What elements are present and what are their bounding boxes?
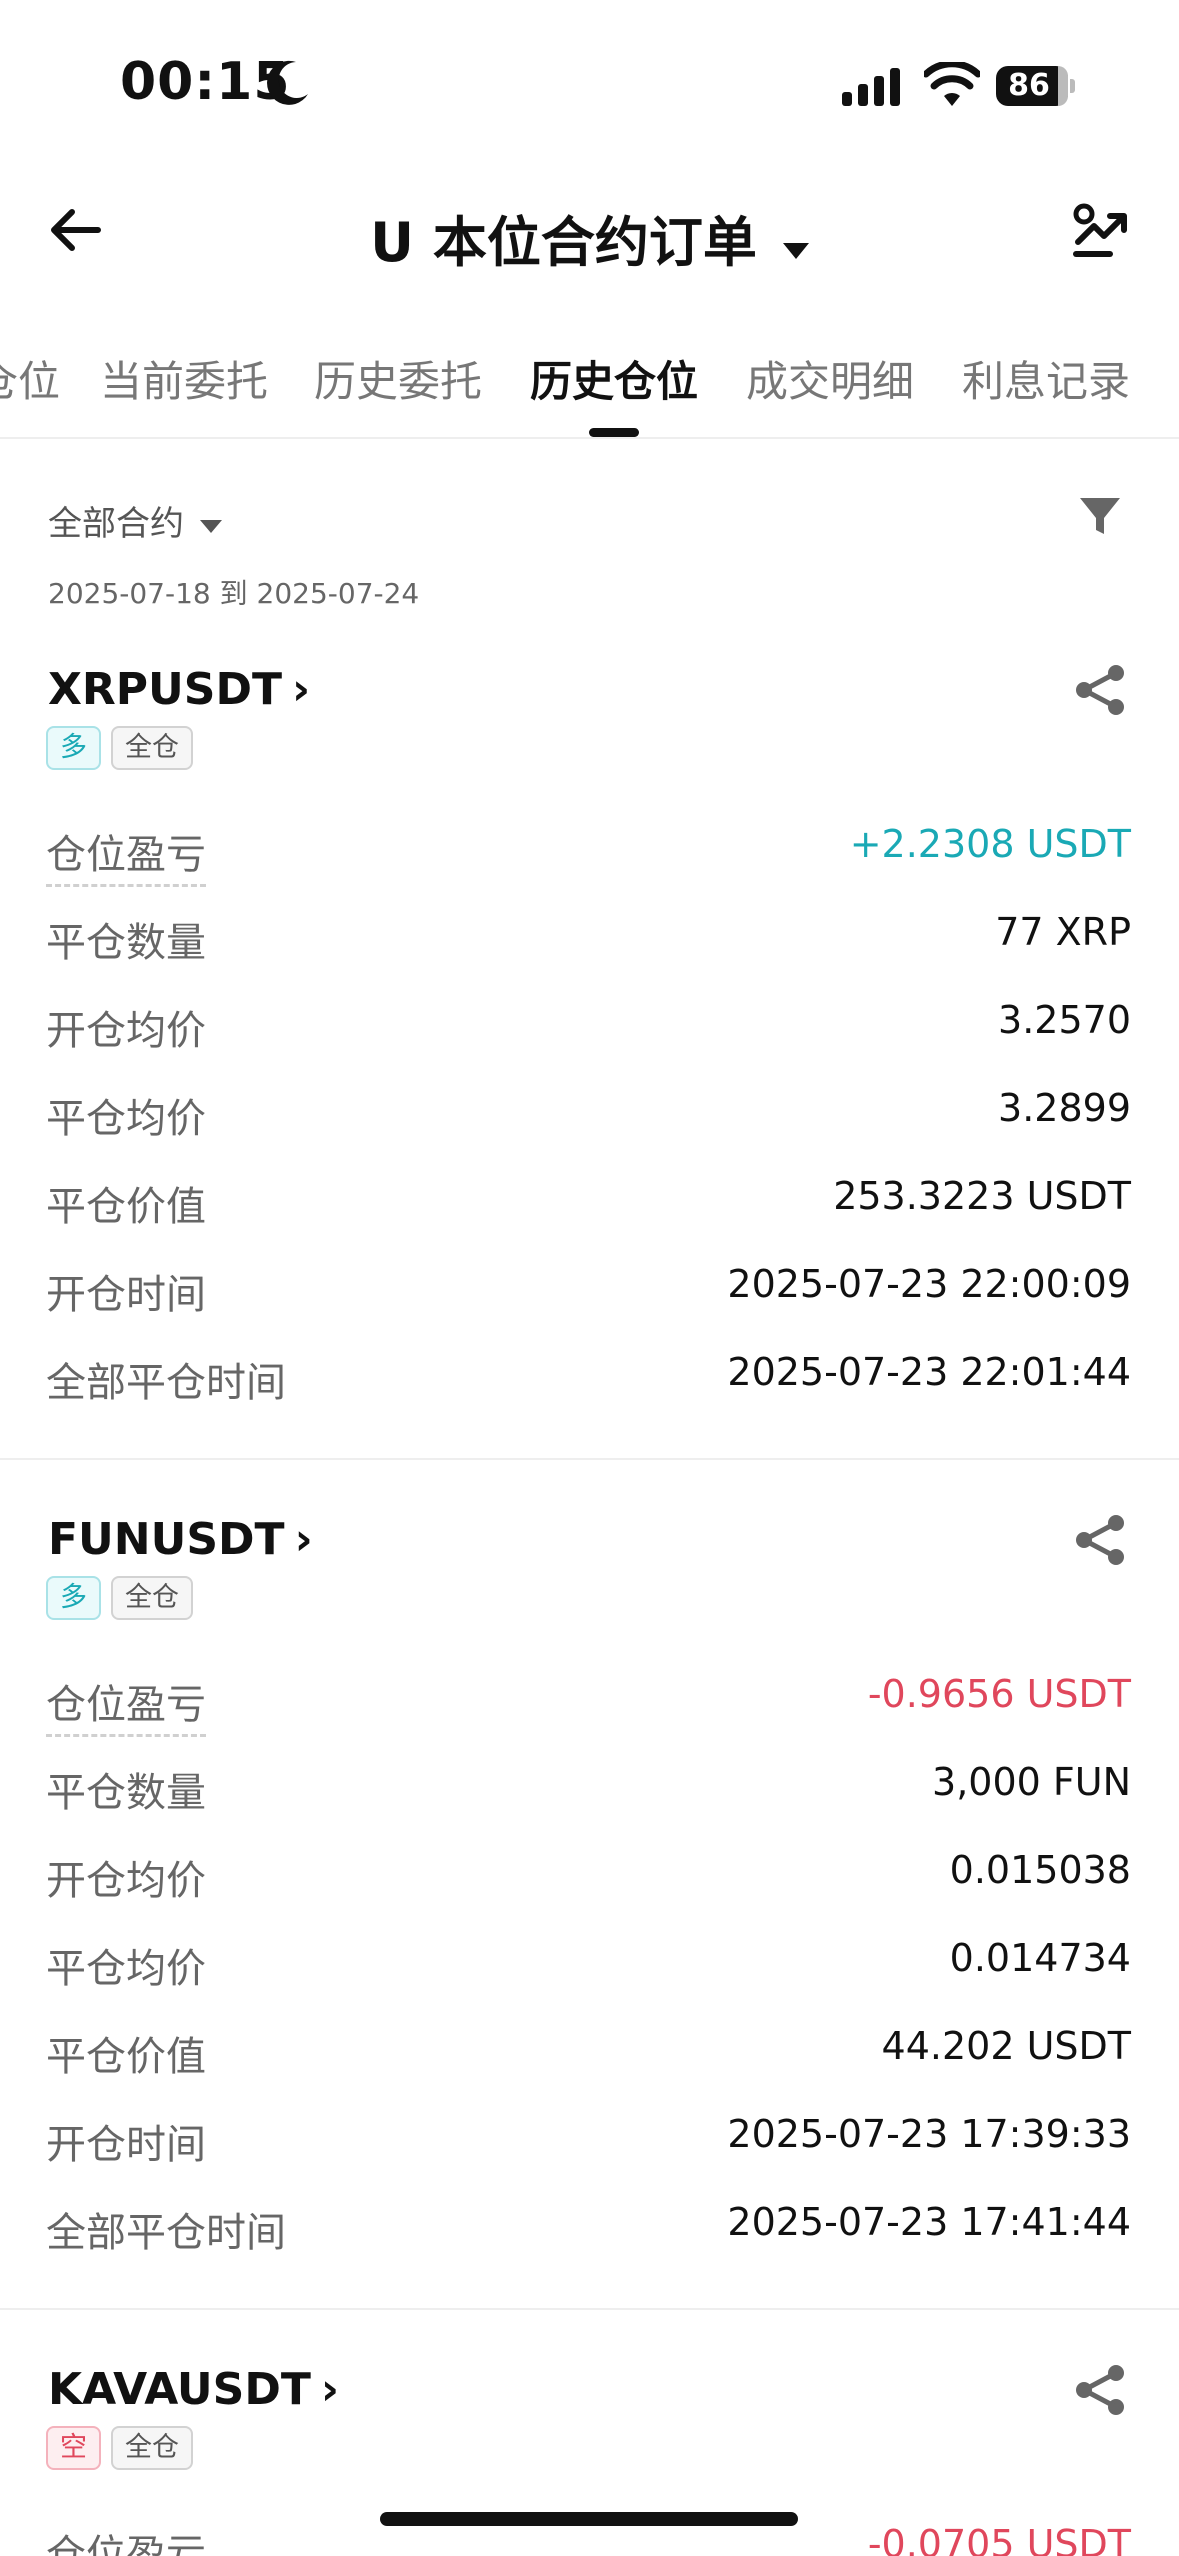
close-avg-value: 0.014734 xyxy=(949,1936,1131,1980)
open-time-value: 2025-07-23 17:39:33 xyxy=(727,2112,1131,2156)
tab-position-history[interactable]: 历史仓位 xyxy=(530,348,698,409)
divider xyxy=(0,1458,1179,1460)
close-qty-value: 77 XRP xyxy=(995,910,1131,954)
pnl-label[interactable]: 仓位盈亏 xyxy=(46,1672,206,1737)
pnl-value: -0.0705 USDT xyxy=(867,2522,1131,2556)
close-time-label: 全部平仓时间 xyxy=(46,1360,286,1406)
symbol-name: XRPUSDT xyxy=(48,664,283,715)
open-avg-label: 开仓均价 xyxy=(46,1858,206,1904)
close-qty-row: 平仓数量 3,000 FUN xyxy=(46,1760,1131,1820)
open-avg-row: 开仓均价 3.2570 xyxy=(46,998,1131,1058)
close-value-value: 253.3223 USDT xyxy=(833,1174,1131,1218)
open-time-row: 开仓时间 2025-07-23 17:39:33 xyxy=(46,2112,1131,2172)
close-time-label: 全部平仓时间 xyxy=(46,2210,286,2256)
pnl-value: -0.9656 USDT xyxy=(867,1672,1131,1716)
symbol-link[interactable]: FUNUSDT › xyxy=(48,1514,313,1565)
tab-open-orders[interactable]: 当前委托 xyxy=(100,348,268,409)
contract-filter-label: 全部合约 xyxy=(48,504,184,544)
open-avg-value: 0.015038 xyxy=(949,1848,1131,1892)
pnl-value: +2.2308 USDT xyxy=(849,822,1131,866)
chevron-right-icon: › xyxy=(292,664,311,715)
close-time-value: 2025-07-23 22:01:44 xyxy=(727,1350,1131,1394)
caret-down-icon xyxy=(782,242,809,259)
open-avg-row: 开仓均价 0.015038 xyxy=(46,1848,1131,1908)
margin-mode-badge: 全仓 xyxy=(111,726,193,770)
margin-mode-badge: 全仓 xyxy=(111,2426,193,2470)
open-avg-label: 开仓均价 xyxy=(46,1008,206,1054)
close-time-value: 2025-07-23 17:41:44 xyxy=(727,2200,1131,2244)
tab-interest-records[interactable]: 利息记录 xyxy=(962,348,1130,409)
open-time-row: 开仓时间 2025-07-23 22:00:09 xyxy=(46,1262,1131,1322)
battery-level: 86 xyxy=(1008,68,1050,103)
close-qty-value: 3,000 FUN xyxy=(932,1760,1131,1804)
close-qty-label: 平仓数量 xyxy=(46,1770,206,1816)
close-avg-value: 3.2899 xyxy=(998,1086,1131,1130)
title-dropdown[interactable]: U 本位合约订单 xyxy=(0,198,1179,277)
close-qty-label: 平仓数量 xyxy=(46,920,206,966)
share-chart-icon[interactable] xyxy=(1070,198,1134,262)
close-value-row: 平仓价值 253.3223 USDT xyxy=(46,1174,1131,1234)
close-avg-row: 平仓均价 0.014734 xyxy=(46,1936,1131,1996)
side-badge: 多 xyxy=(46,1576,101,1620)
divider xyxy=(0,437,1179,439)
share-icon[interactable] xyxy=(1074,1514,1126,1566)
symbol-name: FUNUSDT xyxy=(48,1514,285,1565)
symbol-link[interactable]: KAVAUSDT › xyxy=(48,2364,339,2415)
tab-positions[interactable]: 仓位 xyxy=(0,348,60,409)
open-time-label: 开仓时间 xyxy=(46,2122,206,2168)
share-icon[interactable] xyxy=(1074,2364,1126,2416)
close-value-value: 44.202 USDT xyxy=(881,2024,1131,2068)
chevron-right-icon: › xyxy=(320,2364,340,2415)
position-card: FUNUSDT › 多全仓 仓位盈亏 -0.9656 USDT 平仓数量 3,00… xyxy=(0,1514,1179,2314)
pnl-row: 仓位盈亏 -0.0705 USDT xyxy=(46,2522,1131,2556)
moon-icon xyxy=(267,60,308,105)
open-avg-value: 3.2570 xyxy=(998,998,1131,1042)
pnl-label[interactable]: 仓位盈亏 xyxy=(46,2522,206,2556)
open-time-label: 开仓时间 xyxy=(46,1272,206,1318)
battery-icon: 86 xyxy=(996,66,1076,106)
position-card: KAVAUSDT › 空全仓 仓位盈亏 -0.0705 USDT xyxy=(0,2364,1179,2556)
home-indicator[interactable] xyxy=(380,2512,798,2526)
divider xyxy=(0,2308,1179,2310)
side-badge: 空 xyxy=(46,2426,101,2470)
nav-bar: U 本位合约订单 xyxy=(0,180,1179,280)
active-tab-indicator xyxy=(589,428,639,437)
date-range: 2025-07-18 到 2025-07-24 xyxy=(48,577,420,610)
close-avg-label: 平仓均价 xyxy=(46,1946,206,1992)
close-avg-label: 平仓均价 xyxy=(46,1096,206,1142)
close-value-label: 平仓价值 xyxy=(46,1184,206,1230)
tab-order-history[interactable]: 历史委托 xyxy=(314,348,482,409)
chevron-right-icon: › xyxy=(294,1514,313,1565)
contract-filter-dropdown[interactable]: 全部合约 xyxy=(48,496,222,545)
caret-down-icon xyxy=(200,520,222,533)
wifi-icon xyxy=(924,62,980,106)
tags: 多全仓 xyxy=(46,1576,203,1620)
close-qty-row: 平仓数量 77 XRP xyxy=(46,910,1131,970)
close-time-row: 全部平仓时间 2025-07-23 17:41:44 xyxy=(46,2200,1131,2260)
margin-mode-badge: 全仓 xyxy=(111,1576,193,1620)
cellular-signal-icon xyxy=(842,68,900,106)
close-avg-row: 平仓均价 3.2899 xyxy=(46,1086,1131,1146)
side-badge: 多 xyxy=(46,726,101,770)
close-value-row: 平仓价值 44.202 USDT xyxy=(46,2024,1131,2084)
pnl-label[interactable]: 仓位盈亏 xyxy=(46,822,206,887)
funnel-icon[interactable] xyxy=(1076,492,1124,540)
symbol-link[interactable]: XRPUSDT › xyxy=(48,664,310,715)
close-value-label: 平仓价值 xyxy=(46,2034,206,2080)
pnl-row: 仓位盈亏 -0.9656 USDT xyxy=(46,1672,1131,1737)
page-title: U 本位合约订单 xyxy=(370,211,757,274)
position-card: XRPUSDT › 多全仓 仓位盈亏 +2.2308 USDT 平仓数量 77 X… xyxy=(0,664,1179,1464)
close-time-row: 全部平仓时间 2025-07-23 22:01:44 xyxy=(46,1350,1131,1410)
open-time-value: 2025-07-23 22:00:09 xyxy=(727,1262,1131,1306)
tab-trade-history[interactable]: 成交明细 xyxy=(746,348,914,409)
share-icon[interactable] xyxy=(1074,664,1126,716)
tags: 多全仓 xyxy=(46,726,203,770)
status-bar: 00:15 86 xyxy=(0,0,1179,170)
tags: 空全仓 xyxy=(46,2426,203,2470)
pnl-row: 仓位盈亏 +2.2308 USDT xyxy=(46,822,1131,887)
symbol-name: KAVAUSDT xyxy=(48,2364,311,2415)
